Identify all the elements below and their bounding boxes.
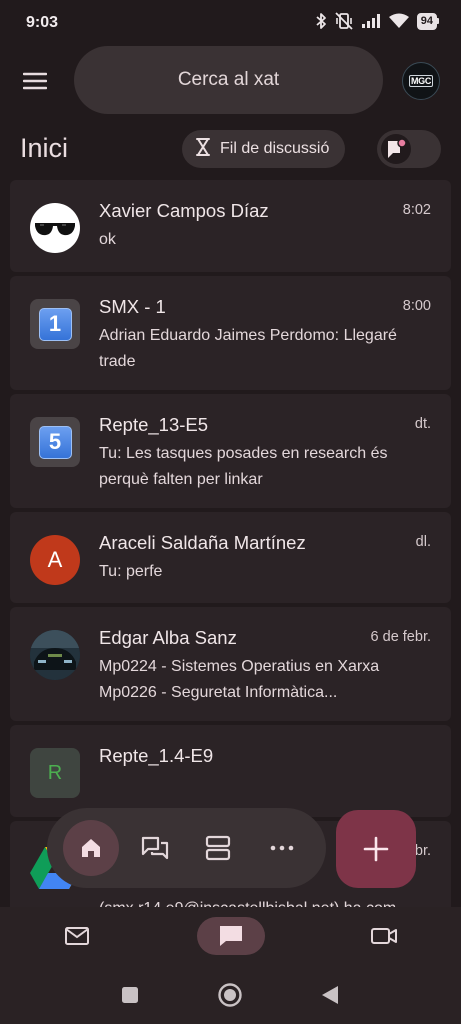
- threads-chip-label: Fil de discussió: [220, 140, 330, 157]
- chat-badge-icon: [381, 134, 411, 164]
- top-bar: Cerca al xat MGC: [0, 46, 461, 118]
- mail-icon[interactable]: [60, 917, 94, 955]
- status-icons: 94: [315, 12, 439, 30]
- threads-chip[interactable]: Fil de discussió: [182, 130, 346, 168]
- vibrate-off-icon: [334, 12, 354, 30]
- chat-item[interactable]: R Repte_1.4-E9: [10, 725, 451, 817]
- chat-message: Adrian Eduardo Jaimes Perdomo: Llegaré t…: [99, 327, 397, 370]
- bottom-nav: [0, 907, 461, 967]
- chat-item[interactable]: 1 SMX - 1 8:00 Adrian Eduardo Jaimes Per…: [10, 276, 451, 390]
- chat-item[interactable]: 5 Repte_13-E5 dt. Tu: Les tasques posade…: [10, 394, 451, 508]
- letter-avatar: R: [30, 748, 80, 798]
- plus-icon: [363, 836, 389, 862]
- search-bar[interactable]: Cerca al xat: [74, 46, 383, 114]
- chat-message: Tu: Les tasques posades en research és p…: [99, 445, 388, 488]
- signal-icon: [361, 13, 381, 29]
- chat-name: Repte_1.4-E9: [99, 745, 214, 766]
- system-nav-bar: [0, 967, 461, 1024]
- wifi-icon: [388, 13, 410, 29]
- account-avatar[interactable]: MGC: [402, 62, 440, 100]
- status-time: 9:03: [26, 14, 59, 31]
- more-icon[interactable]: [254, 820, 310, 876]
- page-header: Inici Fil de discussió: [0, 128, 461, 172]
- letter-avatar: A: [30, 535, 80, 585]
- chat-time: 6 de febr.: [370, 629, 431, 645]
- account-avatar-text: MGC: [408, 75, 434, 87]
- new-chat-fab[interactable]: [336, 810, 416, 888]
- chat-name: Araceli Saldaña Martínez: [99, 532, 306, 553]
- home-system-icon[interactable]: [217, 982, 243, 1008]
- keycap-icon: 1: [38, 307, 72, 341]
- chat-bubbles-icon[interactable]: [127, 820, 183, 876]
- back-icon[interactable]: [320, 984, 340, 1006]
- home-icon[interactable]: [63, 820, 119, 876]
- keycap-icon: 5: [38, 425, 72, 459]
- battery-level: 94: [416, 12, 437, 30]
- chat-name: SMX - 1: [99, 296, 166, 317]
- unread-toggle[interactable]: [377, 130, 441, 168]
- chat-time: dt.: [414, 416, 431, 432]
- chat-message: Tu: perfe: [99, 563, 163, 580]
- chat-time: 8:02: [402, 202, 431, 218]
- chat-list: Xavier Campos Díaz 8:02 ok 1 SMX - 1 8:0…: [10, 180, 451, 907]
- chat-item[interactable]: Edgar Alba Sanz 6 de febr. Mp0224 - Sist…: [10, 607, 451, 721]
- page-title: Inici: [20, 133, 69, 163]
- keycap-avatar: 1: [30, 299, 80, 349]
- chat-message: ok: [99, 231, 116, 248]
- chat-item[interactable]: Xavier Campos Díaz 8:02 ok: [10, 180, 451, 272]
- keycap-avatar: 5: [30, 417, 80, 467]
- hourglass-thread-icon: [194, 137, 212, 162]
- chat-time: dl.: [415, 534, 431, 550]
- menu-icon[interactable]: [18, 64, 52, 98]
- photo-avatar: [30, 630, 80, 680]
- chat-icon[interactable]: [197, 917, 265, 955]
- status-bar: 9:03 94: [0, 0, 461, 46]
- chat-name: Xavier Campos Díaz: [99, 200, 269, 221]
- floating-nav: [47, 808, 326, 888]
- chat-item[interactable]: A Araceli Saldaña Martínez dl. Tu: perfe: [10, 512, 451, 603]
- battery-icon: 94: [416, 12, 439, 30]
- sunglasses-avatar: [30, 203, 80, 253]
- recents-icon[interactable]: [121, 986, 139, 1004]
- chat-time: 8:00: [402, 298, 431, 314]
- search-label: Cerca al xat: [177, 69, 280, 90]
- chat-message: Mp0224 - Sistemes Operatius en Xarxa Mp0…: [99, 658, 380, 701]
- chat-name: Edgar Alba Sanz: [99, 627, 237, 648]
- chat-name: Repte_13-E5: [99, 414, 209, 435]
- chat-message: (smx.r14.e9@inscastellbisbal.net) ha com: [99, 896, 434, 907]
- spaces-icon[interactable]: [190, 820, 246, 876]
- video-icon[interactable]: [367, 917, 401, 955]
- bluetooth-icon: [315, 12, 327, 30]
